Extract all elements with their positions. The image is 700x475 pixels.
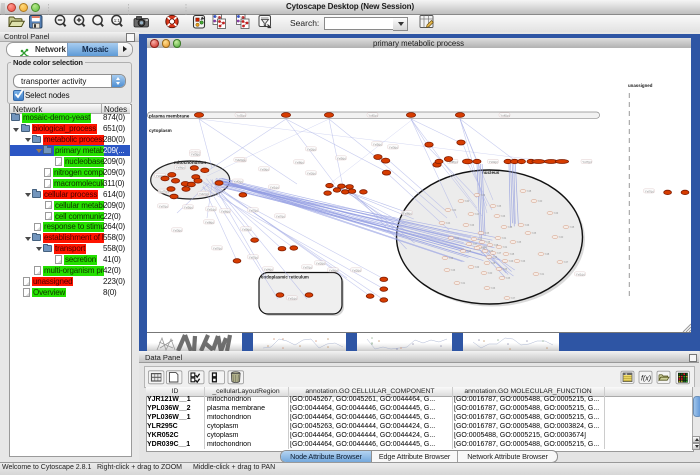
svg-text:Yxl7(p): Yxl7(p) <box>248 208 258 212</box>
svg-text:Yxl7(p): Yxl7(p) <box>248 255 258 259</box>
svg-text:Yxl4(p): Yxl4(p) <box>488 160 498 164</box>
svg-text:Yxl3(p): Yxl3(p) <box>190 153 200 157</box>
svg-text:Yd8: Yd8 <box>509 252 514 256</box>
svg-text:Yd4: Yd4 <box>474 212 479 216</box>
svg-text:Yd8: Yd8 <box>507 225 512 229</box>
svg-text:1:1: 1:1 <box>114 18 121 23</box>
svg-text:Yd5: Yd5 <box>496 204 501 208</box>
svg-text:Yd0: Yd0 <box>464 199 469 203</box>
svg-text:Yxl8(p): Yxl8(p) <box>204 220 214 224</box>
svg-text:Yd5: Yd5 <box>466 249 471 253</box>
svg-text:Yxl1(p): Yxl1(p) <box>287 296 297 300</box>
svg-text:Yd7: Yd7 <box>496 251 501 255</box>
svg-text:Yxl1(p): Yxl1(p) <box>269 185 279 189</box>
svg-text:mitochondrion: mitochondrion <box>174 160 206 165</box>
svg-text:Yxl1(p): Yxl1(p) <box>206 207 216 211</box>
svg-text:Yd3: Yd3 <box>448 256 453 260</box>
svg-text:Yxl2(p): Yxl2(p) <box>315 261 325 265</box>
svg-text:Yxl6(p): Yxl6(p) <box>220 209 230 213</box>
svg-text:Yxl0(p): Yxl0(p) <box>241 227 251 231</box>
svg-text:Yxl4(p): Yxl4(p) <box>263 267 273 271</box>
svg-text:Yxl7(p): Yxl7(p) <box>644 189 654 193</box>
svg-text:Yxl3(p): Yxl3(p) <box>172 228 182 232</box>
svg-text:Yd5: Yd5 <box>502 267 507 271</box>
svg-text:Yd0: Yd0 <box>537 199 542 203</box>
svg-text:Yd0: Yd0 <box>558 235 563 239</box>
svg-text:Yd5: Yd5 <box>516 240 521 244</box>
svg-text:Yxl2(p): Yxl2(p) <box>306 147 316 151</box>
svg-text:Yd8: Yd8 <box>544 252 549 256</box>
svg-text:Yxl1(p): Yxl1(p) <box>575 272 585 276</box>
svg-text:Yxl7(p): Yxl7(p) <box>158 204 168 208</box>
svg-text:Yd5: Yd5 <box>505 276 510 280</box>
svg-text:Yxl6(p): Yxl6(p) <box>500 113 510 117</box>
svg-text:Yxl2(p): Yxl2(p) <box>351 268 361 272</box>
svg-text:Yxl7(p): Yxl7(p) <box>582 160 592 164</box>
svg-text:Yxl7(p): Yxl7(p) <box>275 214 285 218</box>
svg-text:Yd6: Yd6 <box>508 259 513 263</box>
svg-text:Yxl2(p): Yxl2(p) <box>235 158 245 162</box>
svg-text:endoplasmic reticulum: endoplasmic reticulum <box>261 275 309 280</box>
svg-text:Yd4: Yd4 <box>445 221 450 225</box>
svg-text:Yxl3(p): Yxl3(p) <box>388 145 398 149</box>
svg-text:Yd6: Yd6 <box>469 223 474 227</box>
svg-text:Yd6: Yd6 <box>490 286 495 290</box>
svg-text:Yxl5(p): Yxl5(p) <box>183 205 193 209</box>
svg-text:Yd1: Yd1 <box>454 236 459 240</box>
svg-text:Yd2: Yd2 <box>492 255 497 259</box>
svg-text:cytoplasm: cytoplasm <box>149 128 172 133</box>
svg-text:Yxl6(p): Yxl6(p) <box>328 268 338 272</box>
svg-text:unassigned: unassigned <box>628 83 653 88</box>
svg-text:Yd3: Yd3 <box>553 211 558 215</box>
svg-text:Yxl2(p): Yxl2(p) <box>199 192 209 196</box>
svg-text:Yxl2(p): Yxl2(p) <box>306 171 316 175</box>
svg-text:Yxl8(p): Yxl8(p) <box>402 211 412 215</box>
svg-text:nucleus: nucleus <box>482 170 500 175</box>
svg-text:Yd6: Yd6 <box>524 223 529 227</box>
svg-text:Yd6: Yd6 <box>520 259 525 263</box>
svg-text:Yxl3(p): Yxl3(p) <box>236 113 246 117</box>
svg-text:Yd0: Yd0 <box>451 208 456 212</box>
svg-text:Yxl5(p): Yxl5(p) <box>372 142 382 146</box>
svg-text:Yd6: Yd6 <box>450 268 455 272</box>
svg-text:Yxl8(p): Yxl8(p) <box>294 160 304 164</box>
svg-text:Yd8: Yd8 <box>490 261 495 265</box>
svg-text:Yxl7(p): Yxl7(p) <box>212 246 222 250</box>
svg-text:plasma membrane: plasma membrane <box>149 113 190 118</box>
svg-text:Yd1: Yd1 <box>460 281 465 285</box>
svg-text:Yd3: Yd3 <box>474 265 479 269</box>
svg-text:Yd7: Yd7 <box>510 296 515 300</box>
svg-text:Yd1: Yd1 <box>501 236 506 240</box>
svg-text:Yd8: Yd8 <box>569 225 574 229</box>
svg-text:Yd7: Yd7 <box>563 260 568 264</box>
svg-text:Yd3: Yd3 <box>480 193 485 197</box>
svg-text:Yxl7(p): Yxl7(p) <box>302 265 312 269</box>
svg-text:Yxl0(p): Yxl0(p) <box>233 180 243 184</box>
svg-text:Yd5: Yd5 <box>484 231 489 235</box>
svg-text:f(x): f(x) <box>641 375 651 382</box>
svg-text:Yd8: Yd8 <box>526 189 531 193</box>
svg-text:Yd1: Yd1 <box>539 272 544 276</box>
svg-text:Yd7: Yd7 <box>472 242 477 246</box>
svg-text:Yxl6(p): Yxl6(p) <box>175 166 185 170</box>
svg-text:Yd0: Yd0 <box>487 271 492 275</box>
svg-text:Yxl0(p): Yxl0(p) <box>259 167 269 171</box>
svg-text:Yd6: Yd6 <box>500 214 505 218</box>
svg-text:Yd1: Yd1 <box>502 245 507 249</box>
svg-text:Yxl5(p): Yxl5(p) <box>336 156 346 160</box>
svg-text:Yxl0(p): Yxl0(p) <box>368 113 378 117</box>
svg-text:Yd5: Yd5 <box>531 231 536 235</box>
